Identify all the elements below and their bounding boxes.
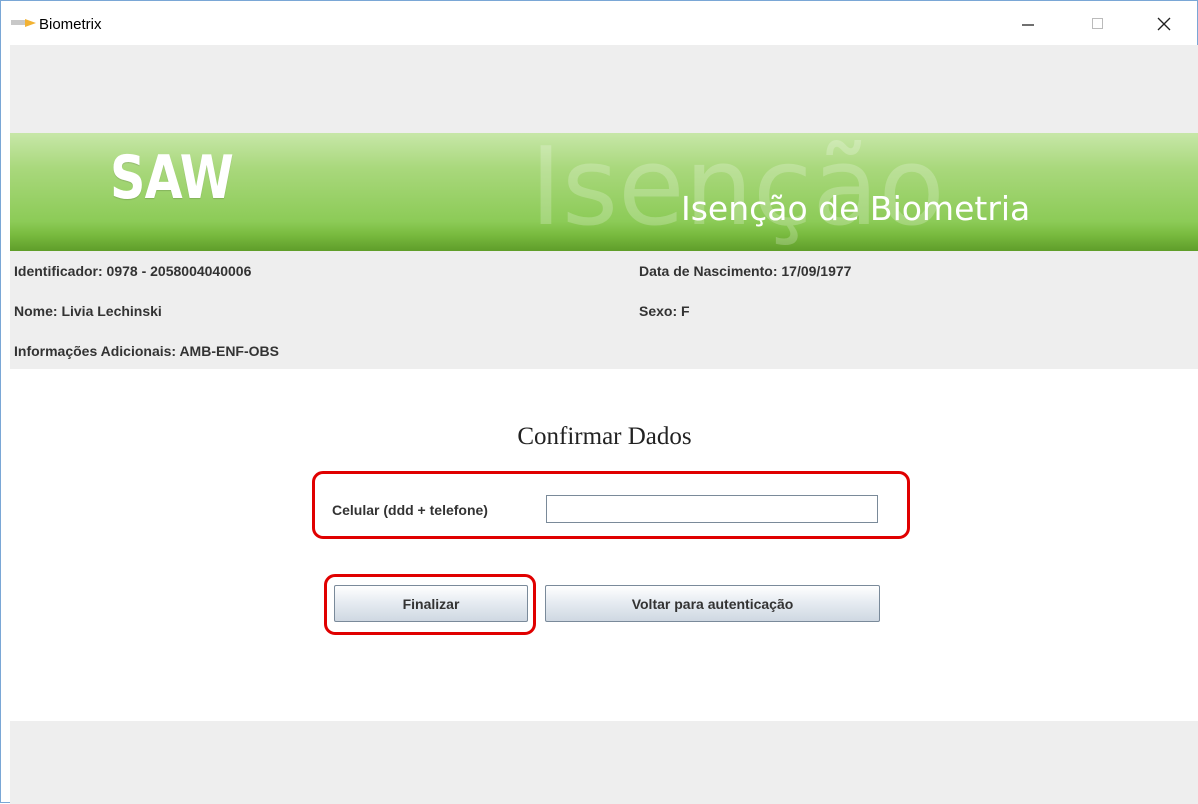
close-button[interactable]: [1141, 1, 1187, 45]
banner-title: Isenção de Biometria: [681, 189, 1031, 228]
confirm-form-panel: Confirmar Dados Celular (ddd + telefone)…: [10, 369, 1198, 721]
app-window: Biometrix Isenção SAW Isenção de Biometr…: [0, 0, 1198, 804]
voltar-autenticacao-button[interactable]: Voltar para autenticação: [545, 585, 880, 622]
phone-label: Celular (ddd + telefone): [332, 502, 488, 518]
title-bar[interactable]: Biometrix: [1, 1, 1197, 45]
bottom-spacer-panel: [10, 721, 1198, 804]
sexo-label: Sexo: F: [639, 303, 690, 319]
identificador-label: Identificador: 0978 - 2058004040006: [14, 263, 252, 279]
header-banner: Isenção SAW Isenção de Biometria: [10, 133, 1198, 251]
data-nascimento-label: Data de Nascimento: 17/09/1977: [639, 263, 852, 279]
saw-logo: SAW: [110, 143, 234, 213]
biometrix-app-icon: [11, 19, 36, 27]
phone-input[interactable]: [546, 495, 878, 523]
close-icon: [1157, 17, 1171, 31]
patient-info-panel: Identificador: 0978 - 2058004040006 Nome…: [10, 251, 1198, 369]
finalizar-button[interactable]: Finalizar: [334, 585, 528, 622]
minimize-button[interactable]: [1005, 1, 1051, 45]
top-spacer-panel: [10, 45, 1198, 133]
informacoes-label: Informações Adicionais: AMB-ENF-OBS: [14, 343, 279, 359]
window-title: Biometrix: [39, 16, 102, 33]
form-heading: Confirmar Dados: [517, 423, 692, 450]
maximize-button[interactable]: [1075, 1, 1121, 45]
minimize-icon: [1022, 24, 1034, 26]
maximize-icon: [1092, 18, 1103, 29]
nome-label: Nome: Livia Lechinski: [14, 303, 162, 319]
